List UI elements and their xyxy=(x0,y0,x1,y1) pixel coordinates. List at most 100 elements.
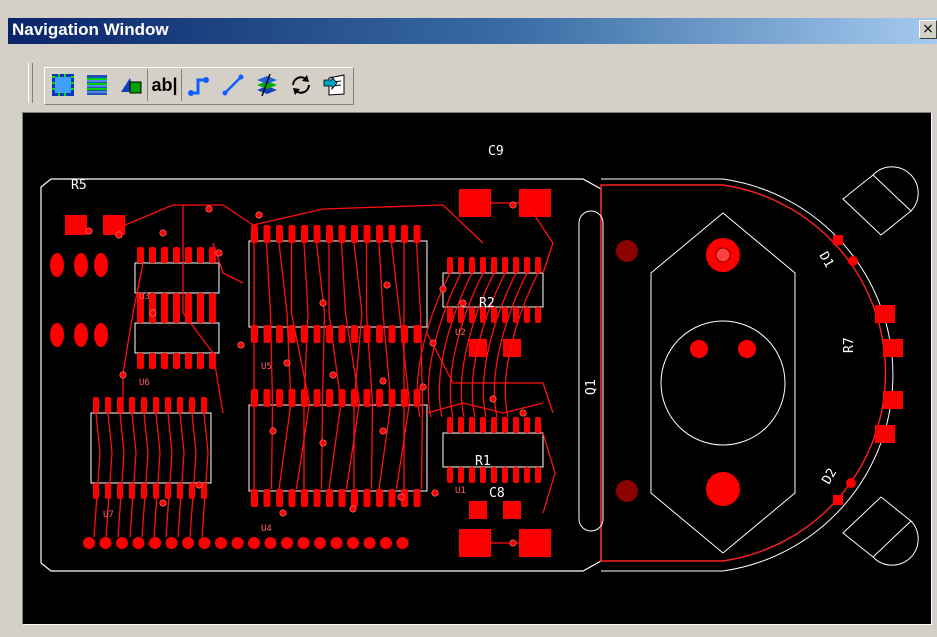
via xyxy=(283,359,291,367)
ic-pad xyxy=(276,325,283,343)
trace-route-button[interactable] xyxy=(182,69,216,101)
toolbar: ab| xyxy=(20,57,930,109)
c9-pad-left xyxy=(459,189,491,217)
ic-pad xyxy=(535,417,541,433)
trace xyxy=(365,243,374,490)
via xyxy=(115,231,123,239)
via xyxy=(159,499,167,507)
toolbar-grip[interactable] xyxy=(28,63,33,103)
ic-pad xyxy=(469,417,475,433)
led-d2-pad xyxy=(833,495,843,505)
ic-pad xyxy=(251,225,258,243)
trace xyxy=(177,412,185,538)
ic-pad xyxy=(458,467,464,483)
ic-pad xyxy=(209,353,216,369)
label-r1: R1 xyxy=(475,454,491,469)
ic-pad xyxy=(161,247,168,263)
board-view-button[interactable] xyxy=(46,69,80,101)
via xyxy=(319,439,327,447)
via xyxy=(379,377,387,385)
via xyxy=(255,211,263,219)
ic-pad xyxy=(149,247,156,263)
oval-pad xyxy=(94,323,108,347)
ic-pad xyxy=(177,483,183,499)
refresh-button[interactable] xyxy=(284,69,318,101)
via xyxy=(195,481,203,489)
label-u6: U6 xyxy=(139,378,150,388)
refresh-icon xyxy=(292,75,310,95)
label-r5: R5 xyxy=(71,178,87,193)
label-q1: Q1 xyxy=(584,379,599,395)
ic-pad xyxy=(491,467,497,483)
trace xyxy=(141,412,149,538)
layer-stack-button[interactable] xyxy=(250,69,284,101)
ic-u5-outline xyxy=(248,240,428,328)
r1-pad-left xyxy=(469,501,487,519)
via xyxy=(429,339,437,347)
ic-pad xyxy=(401,325,408,343)
c8-pad-right xyxy=(519,529,551,557)
via xyxy=(279,509,287,517)
connector-pad xyxy=(264,537,277,549)
title-bar[interactable]: Navigation Window × xyxy=(8,18,937,44)
navigation-window: Navigation Window × ab| C9 R5 R2 R1 C8 Q… xyxy=(0,0,937,637)
ic-pad xyxy=(251,389,258,407)
ic-pad xyxy=(288,225,296,243)
ic-pad xyxy=(189,397,195,413)
ic-pad xyxy=(173,247,180,263)
ic-pad xyxy=(480,257,486,273)
ic-pad xyxy=(105,483,111,499)
pcb-view-canvas[interactable]: C9 R5 R2 R1 C8 Q1 R7 D1 D2 U3 U5 U6 U7 U… xyxy=(22,112,932,625)
via xyxy=(379,427,387,435)
connector-pad xyxy=(132,537,145,549)
via xyxy=(119,371,127,379)
ic-pad xyxy=(209,293,216,309)
via xyxy=(159,229,167,237)
shape-select-button[interactable] xyxy=(114,69,148,101)
ic-pad xyxy=(137,247,144,263)
ic-pad xyxy=(524,467,530,483)
ic-pad xyxy=(197,307,204,323)
ic-pad xyxy=(313,389,321,407)
trace xyxy=(129,412,137,538)
ic-pad xyxy=(413,489,421,507)
connector-pad xyxy=(149,537,161,549)
ic-pad xyxy=(513,307,519,323)
connector-pad xyxy=(99,537,112,549)
ic-pad xyxy=(117,397,123,413)
ic-pad xyxy=(93,397,99,413)
via xyxy=(215,249,223,257)
ic-pad xyxy=(301,325,308,343)
trace xyxy=(122,262,144,413)
connector-pad xyxy=(116,537,128,549)
close-button[interactable]: × xyxy=(919,20,937,39)
export-button[interactable] xyxy=(318,69,352,101)
ic-pad xyxy=(161,293,168,309)
r7-pad-4 xyxy=(875,425,895,443)
ic-pad xyxy=(117,483,123,499)
connector-pad xyxy=(330,537,343,549)
via xyxy=(459,299,467,307)
ic-pad xyxy=(263,225,271,243)
ic-u3-outline xyxy=(134,262,220,294)
ic-pad xyxy=(93,483,99,499)
ic-pad xyxy=(149,293,156,309)
layers-list-icon xyxy=(87,75,107,95)
layers-list-button[interactable] xyxy=(80,69,114,101)
ic-pad xyxy=(137,353,144,369)
ic-pad xyxy=(413,325,421,343)
ic-pad xyxy=(376,489,383,507)
ic-pad xyxy=(177,397,183,413)
ic-pad xyxy=(185,353,192,369)
ic-pad xyxy=(338,389,346,407)
ic-pad xyxy=(524,417,530,433)
line-draw-button[interactable] xyxy=(216,69,250,101)
ic-pad xyxy=(263,325,271,343)
ic-pad xyxy=(401,225,408,243)
connector-pad xyxy=(182,537,194,549)
shape-select-icon xyxy=(120,78,141,94)
ic-pad xyxy=(363,325,371,343)
trace xyxy=(165,412,173,538)
ic-pad xyxy=(491,417,497,433)
text-label-button[interactable]: ab| xyxy=(148,69,182,101)
